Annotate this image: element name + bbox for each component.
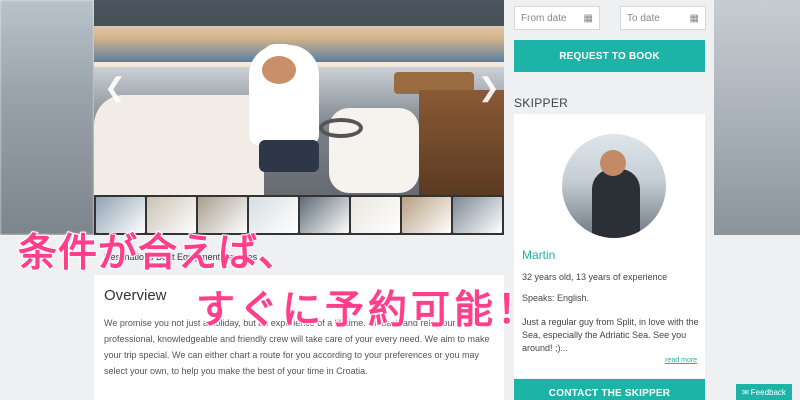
skipper-bio: Just a regular guy from Split, in love w… bbox=[522, 317, 699, 353]
read-more-link[interactable]: read more bbox=[665, 357, 697, 364]
calendar-icon: ▦ bbox=[583, 12, 593, 24]
to-date-placeholder: To date bbox=[627, 12, 660, 24]
chat-icon: ✉ bbox=[742, 387, 749, 397]
avatar-head bbox=[600, 150, 626, 176]
background-photo-right bbox=[714, 0, 800, 235]
avatar-body bbox=[592, 169, 640, 238]
from-date-field[interactable]: From date ▦ bbox=[514, 6, 600, 30]
chevron-right-icon[interactable]: ❯ bbox=[478, 72, 500, 103]
skipper-card: Martin 32 years old, 13 years of experie… bbox=[514, 114, 705, 378]
chevron-left-icon[interactable]: ❮ bbox=[104, 72, 126, 103]
white-seat-left bbox=[94, 95, 264, 195]
gallery-thumbnail[interactable] bbox=[351, 197, 400, 233]
skipper-section-title: SKIPPER bbox=[514, 96, 569, 110]
background-photo-left bbox=[0, 0, 94, 235]
shorts bbox=[259, 140, 319, 172]
feedback-label: Feedback bbox=[750, 387, 786, 397]
calendar-icon: ▦ bbox=[689, 12, 699, 24]
overview-title: Overview bbox=[104, 287, 167, 304]
gallery-thumbnail[interactable] bbox=[300, 197, 349, 233]
promo-caption-line2: すぐに予約可能！ bbox=[195, 287, 541, 334]
from-date-placeholder: From date bbox=[521, 12, 567, 24]
promo-caption-line1: 条件が合えば、 bbox=[17, 230, 299, 277]
request-to-book-button[interactable]: REQUEST TO BOOK bbox=[514, 40, 705, 72]
gallery-thumbnail[interactable] bbox=[402, 197, 451, 233]
skipper-name[interactable]: Martin bbox=[522, 248, 555, 262]
teak-deck bbox=[419, 90, 504, 195]
skipper-languages: Speaks: English. bbox=[522, 293, 590, 303]
to-date-field[interactable]: To date ▦ bbox=[620, 6, 706, 30]
skipper-age-experience: 32 years old, 13 years of experience bbox=[522, 272, 668, 282]
booking-panel: From date ▦ To date ▦ REQUEST TO BOOK SK… bbox=[504, 0, 714, 400]
gallery-thumbnail[interactable] bbox=[453, 197, 502, 233]
skipper-avatar bbox=[562, 134, 666, 238]
boat-roof bbox=[94, 0, 504, 26]
feedback-button[interactable]: ✉ Feedback bbox=[736, 384, 792, 400]
steering-wheel bbox=[319, 118, 363, 138]
contact-skipper-button[interactable]: CONTACT THE SKIPPER bbox=[514, 379, 705, 400]
skipper-head bbox=[262, 56, 296, 84]
